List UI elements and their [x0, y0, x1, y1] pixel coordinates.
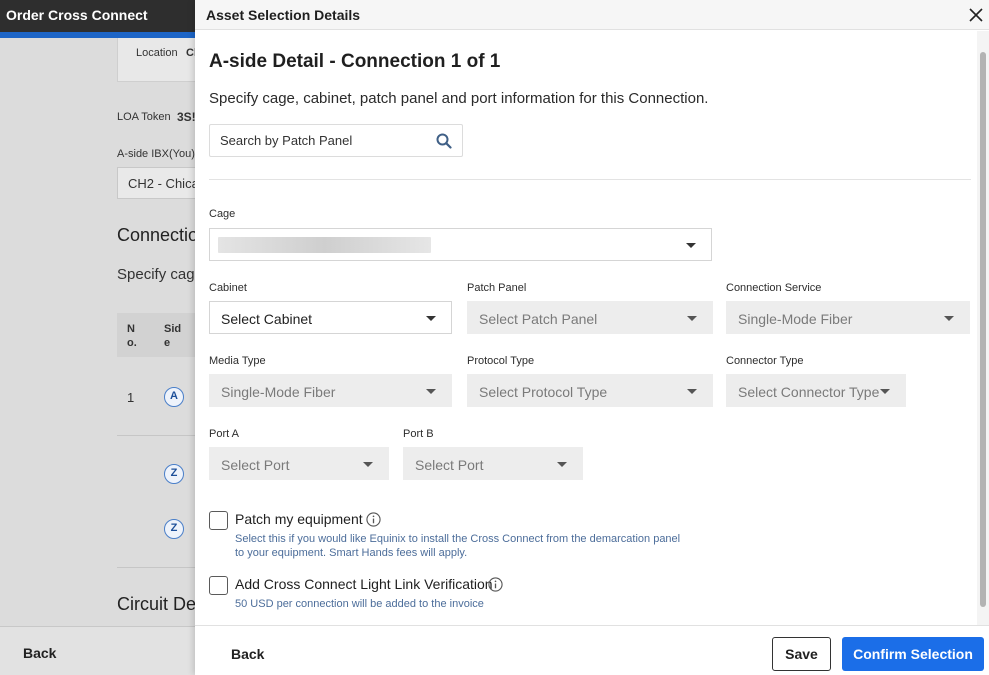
- close-icon: [969, 8, 983, 22]
- table-divider: [117, 567, 195, 568]
- connection-service-label: Connection Service: [726, 282, 822, 294]
- side-a-badge: A: [164, 387, 184, 407]
- patch-panel-select[interactable]: Select Patch Panel: [467, 301, 713, 334]
- connection-description: Specify cage, cabinet, patch panel and p…: [209, 90, 709, 107]
- info-icon[interactable]: [488, 577, 503, 592]
- port-b-label: Port B: [403, 428, 434, 440]
- aside-ibx-field[interactable]: CH2 - Chica: [117, 167, 207, 199]
- drawer-scrollbar[interactable]: [977, 31, 989, 625]
- chevron-down-icon: [363, 462, 373, 467]
- chevron-down-icon: [880, 389, 890, 394]
- port-b-select[interactable]: Select Port: [403, 447, 583, 480]
- location-card: Location Cl: [117, 38, 207, 82]
- chevron-down-icon: [426, 389, 436, 394]
- aside-ibx-label: A-side IBX(You): [117, 148, 195, 160]
- table-row-number: 1: [127, 390, 135, 405]
- cage-value-redacted: [218, 237, 431, 253]
- table-col-side: Sid e: [164, 323, 182, 349]
- drawer-title: Asset Selection Details: [206, 7, 361, 23]
- connection-service-select[interactable]: Single-Mode Fiber: [726, 301, 970, 334]
- chevron-down-icon: [687, 316, 697, 321]
- table-divider: [117, 435, 195, 436]
- table-col-no: N o.: [127, 323, 137, 349]
- connections-subtext: Specify cag: [117, 266, 195, 283]
- info-icon[interactable]: [366, 512, 381, 527]
- close-button[interactable]: [963, 2, 989, 28]
- patch-panel-search: [209, 124, 463, 157]
- section-divider: [209, 179, 971, 180]
- protocol-type-label: Protocol Type: [467, 355, 535, 367]
- chevron-down-icon: [944, 316, 954, 321]
- loa-token-value: 3S!: [177, 110, 196, 124]
- location-label: Location: [136, 47, 178, 59]
- side-z-badge: Z: [164, 519, 184, 539]
- patch-equipment-help: Select this if you would like Equinix to…: [235, 533, 681, 545]
- light-link-checkbox[interactable]: [209, 576, 228, 595]
- background-back-button[interactable]: Back: [23, 645, 56, 661]
- drawer-footer: Back Save Confirm Selection: [195, 625, 989, 675]
- cabinet-value: Select Cabinet: [221, 311, 313, 327]
- loa-token-label: LOA Token: [117, 111, 171, 123]
- back-button[interactable]: Back: [231, 646, 264, 662]
- chevron-down-icon: [557, 462, 567, 467]
- chevron-down-icon: [686, 243, 696, 248]
- protocol-type-value: Select Protocol Type: [479, 384, 608, 400]
- connection-service-value: Single-Mode Fiber: [738, 311, 853, 327]
- chevron-down-icon: [687, 389, 697, 394]
- patch-equipment-label[interactable]: Patch my equipment: [235, 511, 363, 527]
- patch-equipment-checkbox[interactable]: [209, 511, 228, 530]
- port-b-value: Select Port: [415, 457, 484, 473]
- cage-select[interactable]: [209, 228, 712, 261]
- search-icon[interactable]: [436, 133, 452, 149]
- media-type-label: Media Type: [209, 355, 266, 367]
- chevron-down-icon: [426, 316, 436, 321]
- side-z-badge: Z: [164, 464, 184, 484]
- drawer-body: A-side Detail - Connection 1 of 1 Specif…: [195, 31, 989, 625]
- cabinet-label: Cabinet: [209, 282, 247, 294]
- patch-panel-label: Patch Panel: [467, 282, 527, 294]
- light-link-label[interactable]: Add Cross Connect Light Link Verificatio…: [235, 576, 493, 592]
- connector-type-value: Select Connector Type: [738, 384, 880, 400]
- cage-label: Cage: [209, 208, 236, 220]
- connections-heading: Connectio: [117, 225, 199, 245]
- scrollbar-thumb[interactable]: [980, 52, 986, 607]
- cabinet-select[interactable]: Select Cabinet: [209, 301, 452, 334]
- save-button[interactable]: Save: [772, 637, 831, 671]
- port-a-value: Select Port: [221, 457, 290, 473]
- media-type-select[interactable]: Single-Mode Fiber: [209, 374, 452, 407]
- light-link-help: 50 USD per connection will be added to t…: [235, 598, 484, 610]
- drawer-header: Asset Selection Details: [195, 0, 989, 30]
- patch-panel-value: Select Patch Panel: [479, 311, 598, 327]
- page-title: Order Cross Connect: [6, 7, 148, 23]
- patch-equipment-help: to your equipment. Smart Hands fees will…: [235, 547, 468, 559]
- confirm-selection-button[interactable]: Confirm Selection: [842, 637, 984, 671]
- connections-table-header: N o. Sid e: [117, 313, 207, 357]
- protocol-type-select[interactable]: Select Protocol Type: [467, 374, 713, 407]
- patch-panel-search-input[interactable]: [210, 125, 420, 156]
- connection-heading: A-side Detail - Connection 1 of 1: [209, 51, 501, 72]
- connector-type-select[interactable]: Select Connector Type: [726, 374, 906, 407]
- port-a-select[interactable]: Select Port: [209, 447, 389, 480]
- connector-type-label: Connector Type: [726, 355, 804, 367]
- circuit-heading: Circuit De: [117, 594, 197, 614]
- asset-selection-drawer: Asset Selection Details A-side Detail - …: [195, 0, 989, 675]
- port-a-label: Port A: [209, 428, 239, 440]
- media-type-value: Single-Mode Fiber: [221, 384, 336, 400]
